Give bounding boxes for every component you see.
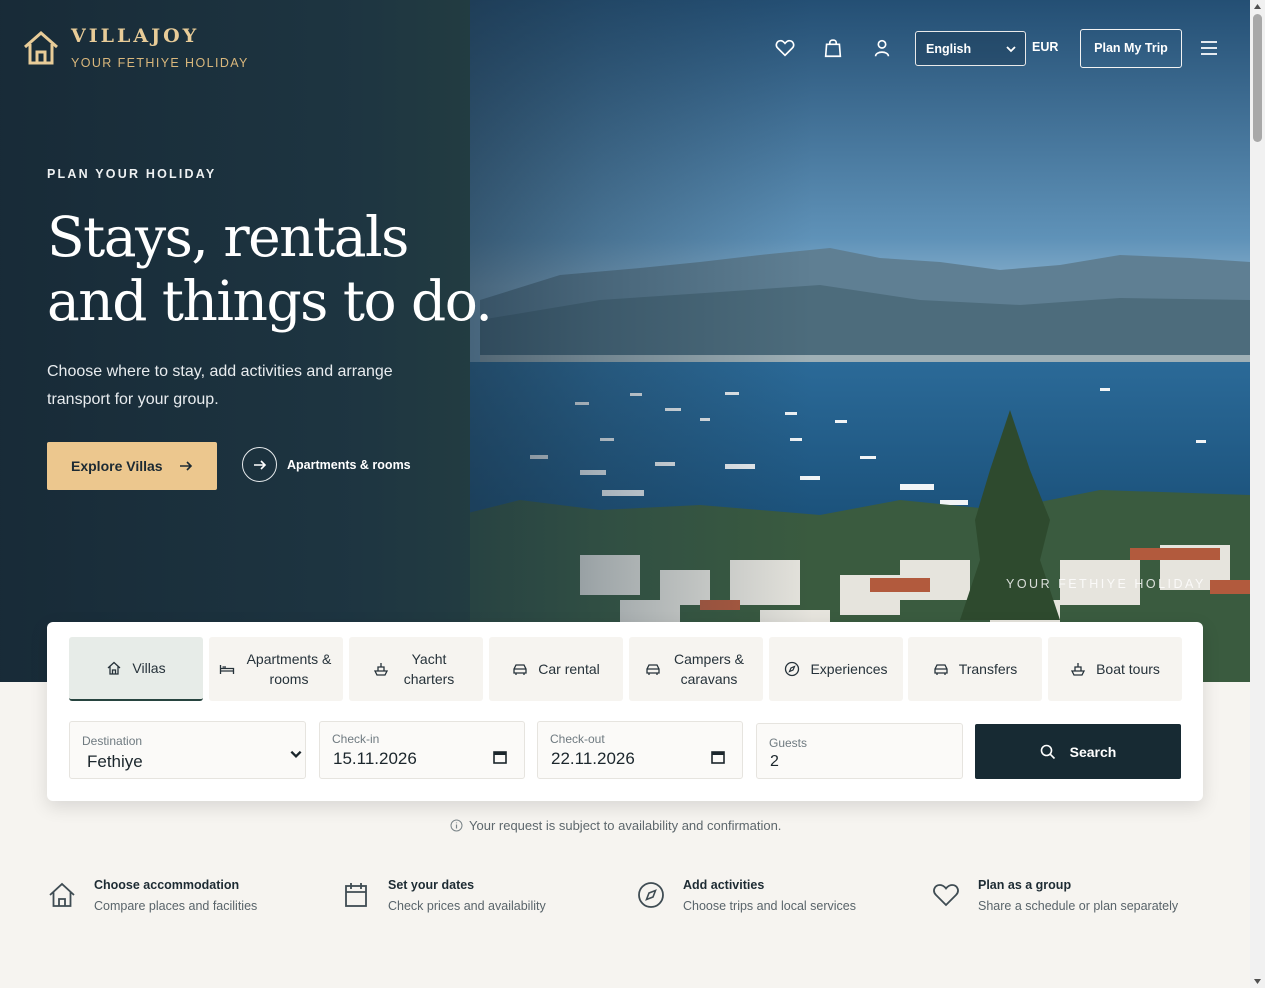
chevron-down-icon — [290, 750, 302, 758]
guests-field[interactable]: Guests 2 — [756, 723, 963, 779]
feature-set-dates: Set your dates Check prices and availabi… — [342, 877, 622, 927]
tab-label: Transfers — [958, 661, 1018, 677]
checkin-value: 15.11.2026 — [333, 749, 417, 768]
house-logo-icon[interactable] — [22, 29, 60, 67]
scroll-up-arrow-icon[interactable] — [1253, 2, 1262, 11]
tab-label: Apartments & rooms — [246, 651, 332, 687]
boat-icon — [1071, 663, 1086, 676]
feature-plan-as-group: Plan as a group Share a schedule or plan… — [932, 877, 1212, 927]
search-icon — [1040, 744, 1055, 759]
currency-selector[interactable]: EUR — [1032, 40, 1058, 54]
brand-name[interactable]: VILLAJOY — [71, 25, 199, 47]
car-icon — [513, 664, 527, 675]
feature-title: Set your dates — [388, 878, 475, 892]
search-button-label: Search — [1069, 743, 1117, 760]
tab-boat-tours[interactable]: Boat tours — [1048, 637, 1182, 701]
tab-label: Yacht charters — [403, 651, 455, 687]
calendar-icon[interactable] — [492, 749, 508, 765]
search-card: Villas Apartments & rooms Yacht charters… — [47, 622, 1203, 801]
hero-headline: Stays, rentals and things to do. — [47, 205, 567, 333]
feature-title: Plan as a group — [978, 878, 1072, 892]
tab-yacht-charters[interactable]: Yacht charters — [349, 637, 483, 701]
checkin-label: Check-in — [332, 732, 380, 746]
destination-label: Destination — [82, 734, 143, 748]
feature-choose-accommodation: Choose accommodation Compare places and … — [48, 877, 328, 927]
hero-watermark: YOUR FETHIYE HOLIDAY — [1006, 577, 1206, 591]
scrollbar-thumb[interactable] — [1253, 14, 1262, 142]
language-value: English — [926, 42, 972, 56]
apartments-rooms-link[interactable]: Apartments & rooms — [287, 458, 411, 472]
hero-eyebrow: PLAN YOUR HOLIDAY — [47, 167, 217, 181]
boat-icon — [373, 663, 389, 676]
home-icon — [107, 661, 121, 675]
arrow-right-icon — [254, 460, 267, 470]
user-icon[interactable] — [871, 37, 893, 59]
arrow-right-icon — [180, 461, 193, 471]
tab-campers-caravans[interactable]: Campers & caravans — [629, 637, 763, 701]
tab-label: Campers & caravans — [673, 651, 745, 687]
feature-description: Choose trips and local services — [683, 899, 856, 913]
headline-line-2: and things to do. — [47, 269, 493, 333]
info-icon — [450, 819, 463, 832]
tab-car-rental[interactable]: Car rental — [489, 637, 623, 701]
feature-description: Check prices and availability — [388, 899, 546, 913]
compass-icon — [785, 661, 800, 677]
heart-icon — [933, 884, 959, 907]
hamburger-menu-icon[interactable] — [1199, 38, 1219, 58]
checkout-value: 22.11.2026 — [551, 749, 635, 768]
tab-label: Experiences — [810, 661, 888, 677]
feature-description: Compare places and facilities — [94, 899, 258, 913]
shopping-bag-icon[interactable] — [822, 37, 844, 59]
tab-villas[interactable]: Villas — [69, 637, 203, 701]
explore-villas-label: Explore Villas — [71, 458, 163, 474]
feature-description: Share a schedule or plan separately — [978, 899, 1179, 913]
tab-label: Car rental — [538, 661, 600, 677]
calendar-icon — [345, 883, 367, 907]
notice-text: Your request is subject to availability … — [469, 818, 782, 833]
heart-icon[interactable] — [774, 37, 796, 59]
compass-icon — [638, 882, 664, 908]
destination-select[interactable]: Destination Fethiye — [69, 721, 306, 779]
guests-label: Guests — [769, 736, 808, 750]
bed-icon — [219, 665, 235, 674]
search-button[interactable]: Search — [975, 724, 1181, 779]
guests-value: 2 — [770, 753, 779, 770]
checkout-label: Check-out — [550, 732, 605, 746]
tab-label: Villas — [132, 660, 166, 676]
plan-my-trip-button[interactable]: Plan My Trip — [1080, 29, 1182, 68]
page-scrollbar[interactable] — [1250, 0, 1265, 988]
hero-subtext: Choose where to stay, add activities and… — [47, 363, 393, 408]
scroll-down-arrow-icon[interactable] — [1253, 977, 1262, 986]
chevron-down-icon — [1006, 46, 1016, 53]
car-icon — [934, 664, 948, 675]
camper-icon — [646, 664, 660, 675]
hero-section: VILLAJOY YOUR FETHIYE HOLIDAY English EU… — [0, 0, 1250, 682]
home-icon — [49, 882, 75, 907]
tab-apartments-rooms[interactable]: Apartments & rooms — [209, 637, 343, 701]
tab-experiences[interactable]: Experiences — [769, 637, 903, 701]
feature-title: Add activities — [683, 878, 765, 892]
site-header: VILLAJOY YOUR FETHIYE HOLIDAY English EU… — [0, 0, 1250, 100]
feature-title: Choose accommodation — [94, 878, 240, 892]
tab-transfers[interactable]: Transfers — [908, 637, 1042, 701]
availability-notice: Your request is subject to availability … — [450, 818, 781, 833]
explore-villas-button[interactable]: Explore Villas — [47, 442, 217, 490]
apartments-arrow-button[interactable] — [242, 447, 277, 482]
brand-tagline: YOUR FETHIYE HOLIDAY — [71, 56, 249, 70]
checkout-field[interactable]: Check-out 22.11.2026 — [537, 721, 743, 779]
headline-line-1: Stays, rentals — [47, 205, 409, 269]
language-select[interactable]: English — [915, 31, 1026, 66]
calendar-icon[interactable] — [710, 749, 726, 765]
destination-value: Fethiye — [87, 752, 143, 771]
feature-add-activities: Add activities Choose trips and local se… — [637, 877, 917, 927]
checkin-field[interactable]: Check-in 15.11.2026 — [319, 721, 525, 779]
tab-label: Boat tours — [1096, 661, 1160, 677]
